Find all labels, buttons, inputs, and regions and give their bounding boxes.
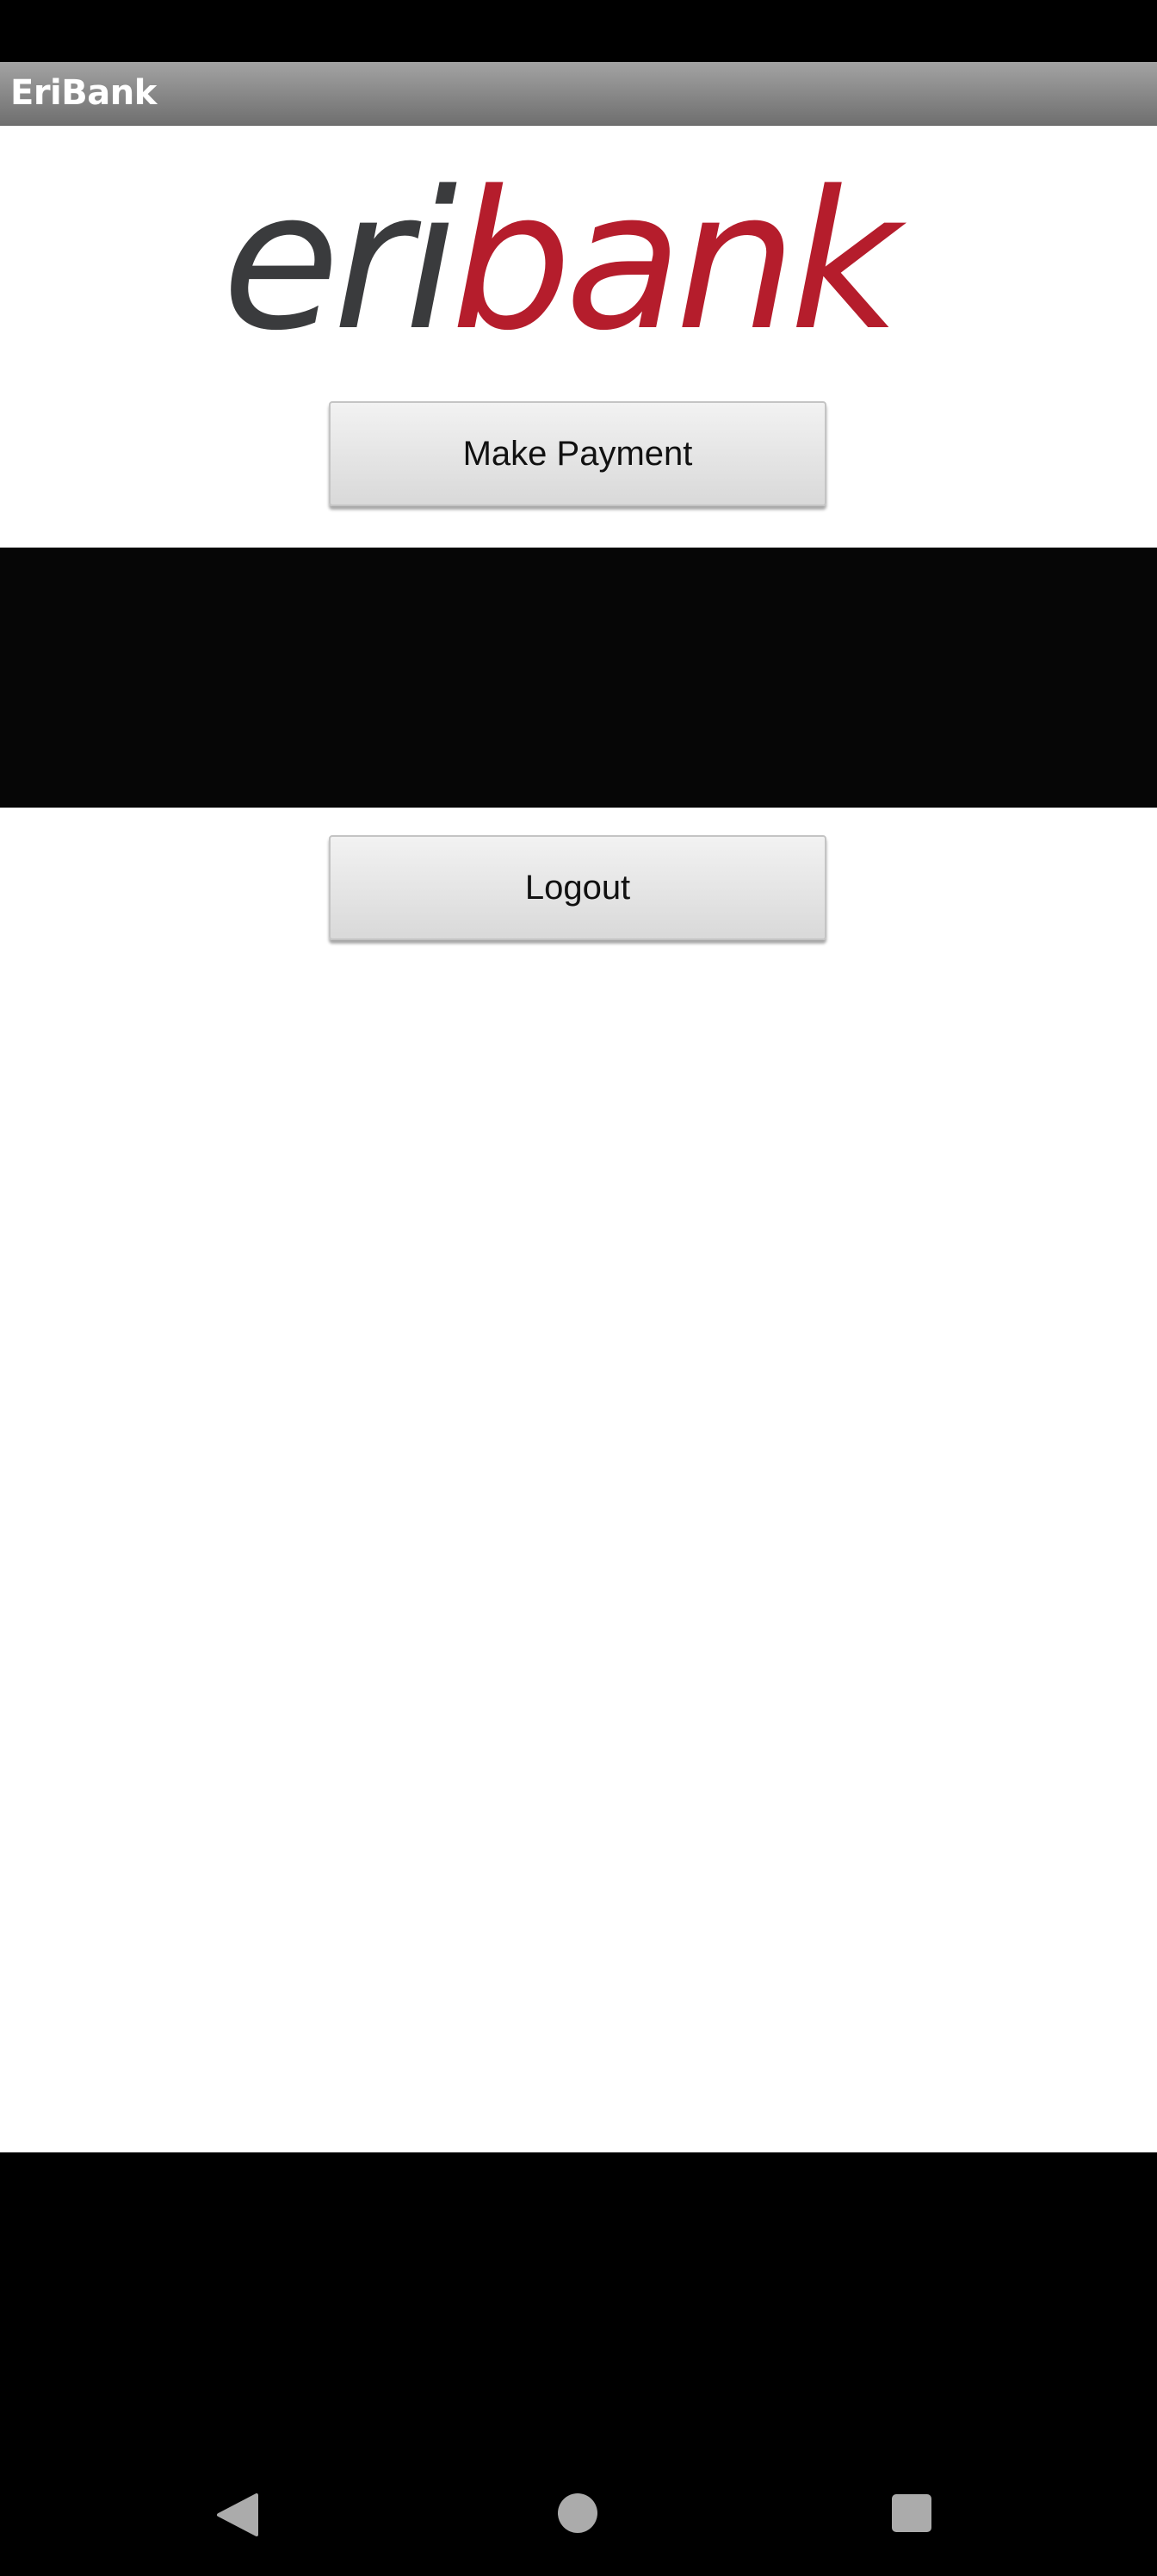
logo-text-eri: eri [222, 158, 457, 365]
home-icon[interactable] [558, 2493, 597, 2533]
recent-apps-icon[interactable] [892, 2494, 931, 2532]
status-bar [0, 0, 1157, 62]
title-bar: EriBank [0, 62, 1157, 126]
navigation-bar [0, 2445, 1157, 2576]
logout-button[interactable]: Logout [329, 835, 826, 940]
top-panel: eribank Make Payment [0, 126, 1157, 548]
make-payment-button[interactable]: Make Payment [329, 401, 826, 506]
black-band [0, 548, 1157, 808]
back-icon[interactable] [215, 2493, 258, 2536]
svg-text:eribank: eribank [222, 158, 906, 365]
app-title: EriBank [10, 73, 157, 113]
bottom-panel: Logout [0, 808, 1157, 2152]
logo-text-bank: bank [451, 158, 907, 365]
eribank-logo: eribank [222, 158, 913, 365]
